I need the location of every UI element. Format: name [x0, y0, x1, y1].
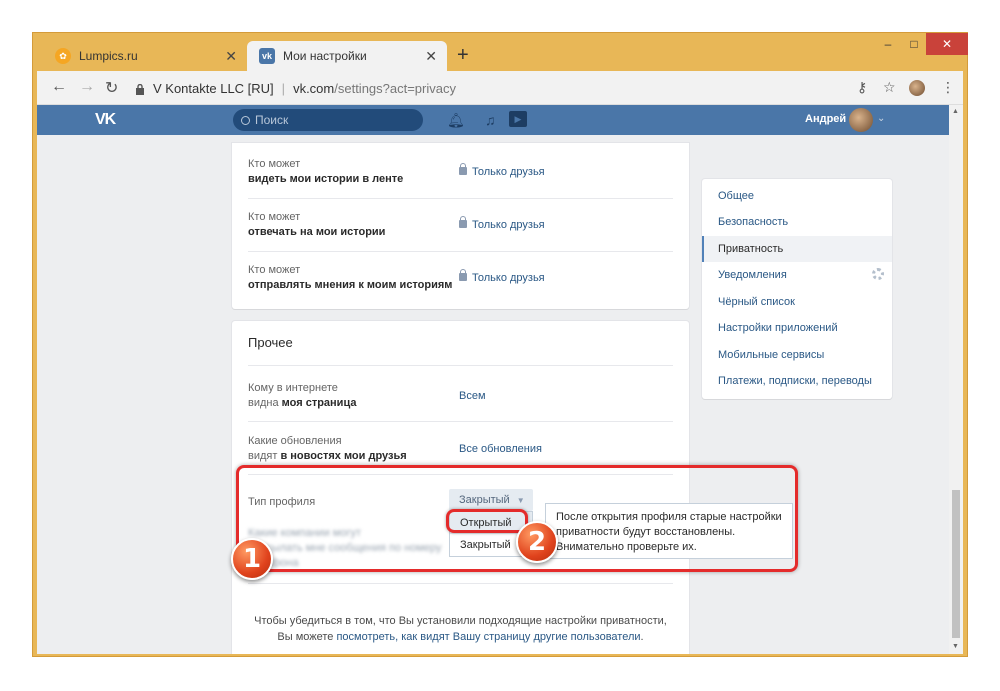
tab-title: Мои настройки — [283, 49, 367, 63]
row-label-line1: Кто может — [248, 264, 301, 276]
vk-search-input[interactable]: Поиск — [233, 109, 423, 131]
vk-header: VK Поиск 🔔︎ ♫ ▶ Андрей ⌄ — [37, 105, 949, 135]
row-label-plain: видят — [248, 450, 281, 462]
privacy-value[interactable]: Только друзья — [459, 163, 545, 180]
news-updates-row[interactable]: Какие обновления видят в новостях мои дру… — [248, 434, 673, 464]
row-label-line2: видеть мои истории в ленте — [248, 173, 404, 185]
footer-line2: Вы можете — [277, 631, 337, 643]
address-separator: | — [281, 80, 286, 96]
privacy-value-text: Только друзья — [472, 166, 545, 178]
screenshot: – □ ✕ ✿ Lumpics.ru ✕ vk Мои настройки ✕ … — [0, 0, 1000, 691]
tab-close-icon[interactable]: ✕ — [425, 48, 437, 65]
lock-icon — [135, 83, 145, 95]
scroll-down-icon[interactable]: ▼ — [952, 643, 959, 650]
menu-item-blacklist[interactable]: Чёрный список — [702, 289, 892, 315]
back-arrow-icon[interactable]: ← — [51, 78, 67, 96]
tab-lumpics[interactable]: ✿ Lumpics.ru ✕ — [43, 41, 247, 71]
stories-privacy-card: Кто может видеть мои истории в ленте Толь… — [232, 143, 689, 309]
scroll-up-icon[interactable]: ▲ — [952, 108, 959, 115]
reload-icon[interactable]: ↻ — [105, 78, 118, 98]
padlock-icon — [459, 216, 467, 228]
menu-item-label: Уведомления — [718, 269, 787, 281]
menu-item-payments[interactable]: Платежи, подписки, переводы — [702, 368, 892, 394]
menu-item-security[interactable]: Безопасность — [702, 209, 892, 235]
privacy-value[interactable]: Всем — [459, 389, 486, 404]
privacy-row[interactable]: Кто может отправлять мнения к моим истори… — [248, 263, 673, 293]
gear-icon[interactable] — [872, 268, 884, 280]
bell-icon[interactable]: 🔔︎ — [447, 112, 465, 129]
row-label-line1: Какие обновления — [248, 435, 342, 447]
tab-title: Lumpics.ru — [79, 49, 138, 63]
padlock-icon — [459, 269, 467, 281]
user-name[interactable]: Андрей — [805, 113, 846, 125]
row-label-line2: отправлять мнения к моим историям — [248, 279, 453, 291]
row-label-plain: видна — [248, 397, 282, 409]
menu-item-app-settings[interactable]: Настройки приложений — [702, 315, 892, 341]
privacy-row[interactable]: Кто может видеть мои истории в ленте Толь… — [248, 157, 673, 187]
divider — [248, 583, 673, 584]
privacy-footer: Чтобы убедиться в том, что Вы установили… — [232, 613, 689, 645]
step-badge-2: 2 — [516, 521, 558, 563]
forward-arrow-icon[interactable]: → — [79, 78, 95, 96]
search-icon — [241, 115, 250, 125]
footer-end: . — [640, 631, 644, 643]
privacy-value-text: Только друзья — [472, 272, 545, 284]
footer-line1: Чтобы убедиться в том, что Вы установили… — [254, 615, 667, 627]
tab-vk-settings[interactable]: vk Мои настройки ✕ — [247, 41, 447, 71]
new-tab-button[interactable]: + — [457, 44, 469, 67]
page-scrollbar[interactable]: ▲ ▼ — [949, 105, 963, 654]
vk-favicon-icon: vk — [259, 48, 275, 64]
menu-item-general[interactable]: Общее — [702, 183, 892, 209]
divider — [248, 251, 673, 252]
url-path: /settings?act=privacy — [334, 80, 456, 96]
privacy-value[interactable]: Только друзья — [459, 269, 545, 286]
profile-avatar-icon[interactable] — [909, 80, 925, 96]
menu-dots-icon[interactable]: ⋮ — [941, 79, 955, 96]
divider — [248, 421, 673, 422]
divider — [248, 365, 673, 366]
row-label-bold: в новостях мои друзья — [280, 450, 407, 462]
key-icon[interactable]: ⚷ — [857, 79, 867, 96]
browser-toolbar: ← → ↻ V Kontakte LLC [RU] | vk.com/setti… — [37, 71, 963, 105]
step-badge-1: 1 — [231, 538, 273, 580]
row-label-line1: Кто может — [248, 211, 301, 223]
row-label-bold: моя страница — [281, 397, 357, 409]
user-avatar[interactable] — [849, 108, 873, 132]
video-play-icon[interactable]: ▶ — [509, 111, 527, 127]
privacy-value-text: Только друзья — [472, 219, 545, 231]
url-host: vk.com — [293, 80, 335, 96]
highlight-option-frame — [446, 509, 528, 533]
music-note-icon[interactable]: ♫ — [485, 112, 496, 128]
address-bar[interactable]: V Kontakte LLC [RU] | vk.com/settings?ac… — [135, 76, 875, 100]
search-placeholder: Поиск — [255, 113, 289, 127]
tab-close-icon[interactable]: ✕ — [225, 48, 237, 65]
view-as-others-link[interactable]: посмотреть, как видят Вашу страницу друг… — [336, 631, 640, 643]
page-visibility-row[interactable]: Кому в интернете видна моя страница Всем — [248, 381, 673, 411]
menu-item-mobile-services[interactable]: Мобильные сервисы — [702, 342, 892, 368]
chevron-down-icon[interactable]: ⌄ — [877, 113, 885, 124]
settings-menu: Общее Безопасность Приватность Уведомлен… — [702, 179, 892, 399]
row-label-line2: отвечать на мои истории — [248, 226, 386, 238]
section-title: Прочее — [248, 335, 293, 350]
vk-logo[interactable]: VK — [95, 111, 116, 129]
row-label-line1: Кому в интернете — [248, 382, 338, 394]
orange-favicon-icon: ✿ — [55, 48, 71, 64]
padlock-icon — [459, 163, 467, 175]
privacy-value[interactable]: Только друзья — [459, 216, 545, 233]
site-identity: V Kontakte LLC [RU] — [153, 80, 274, 96]
divider — [248, 198, 673, 199]
bookmark-star-icon[interactable]: ☆ — [883, 79, 896, 96]
tab-strip: ✿ Lumpics.ru ✕ vk Мои настройки ✕ + — [37, 37, 965, 71]
menu-item-privacy[interactable]: Приватность — [702, 236, 892, 262]
menu-item-notifications[interactable]: Уведомления — [702, 262, 892, 288]
scrollbar-thumb[interactable] — [952, 490, 960, 638]
row-label-line1: Кто может — [248, 158, 301, 170]
privacy-row[interactable]: Кто может отвечать на мои истории Только … — [248, 210, 673, 240]
privacy-value[interactable]: Все обновления — [459, 442, 542, 457]
